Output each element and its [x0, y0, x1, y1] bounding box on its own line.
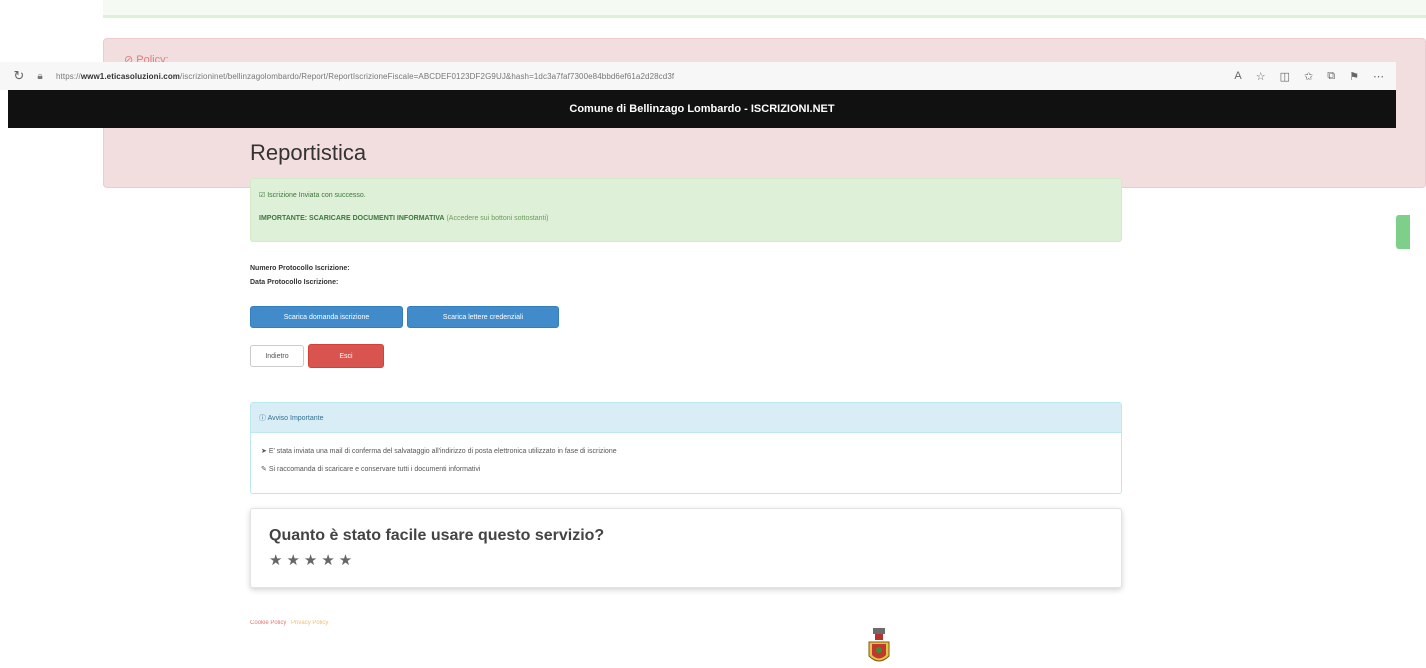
rating-card: Quanto è stato facile usare questo servi… — [250, 508, 1122, 588]
privacy-policy-link[interactable]: Privacy Policy — [291, 620, 328, 626]
protocol-date-label: Data Protocollo Iscrizione: — [250, 279, 339, 286]
download-application-button[interactable]: Scarica domanda iscrizione — [250, 306, 403, 328]
notice-heading: ⓘ Avviso Importante — [251, 403, 1121, 433]
browser-address-bar: ↻ 🔒︎ https://www1.eticasoluzioni.com/isc… — [0, 62, 1396, 90]
favorite-star-icon[interactable]: ☆ — [1256, 70, 1266, 83]
exit-button[interactable]: Esci — [308, 344, 384, 368]
read-aloud-icon[interactable]: A — [1234, 70, 1241, 83]
rating-question: Quanto è stato facile usare questo servi… — [269, 527, 605, 544]
download-buttons: Scarica domanda iscrizione Scarica lette… — [250, 306, 1122, 328]
site-header: Comune di Bellinzago Lombardo - ISCRIZIO… — [8, 90, 1396, 128]
important-message: IMPORTANTE: SCARICARE DOCUMENTI INFORMAT… — [259, 215, 1113, 222]
download-credentials-button[interactable]: Scarica lettere credenziali — [407, 306, 559, 328]
collections-icon[interactable]: ⧉ — [1327, 70, 1335, 83]
extensions-icon[interactable]: ⚑ — [1349, 70, 1359, 83]
info-icon: ⓘ — [259, 415, 268, 422]
site-title: Comune di Bellinzago Lombardo - ISCRIZIO… — [569, 103, 835, 115]
success-alert: ☑ Iscrizione Inviata con successo. IMPOR… — [250, 178, 1122, 242]
notice-line-email: ➤ E' stata inviata una mail di conferma … — [261, 448, 617, 455]
important-label: IMPORTANTE: SCARICARE DOCUMENTI INFORMAT… — [259, 215, 445, 222]
favorites-icon[interactable]: ✩ — [1304, 70, 1313, 83]
split-screen-icon[interactable]: ◫ — [1280, 70, 1290, 83]
notice-line-download: ✎ Si raccomanda di scaricare e conservar… — [261, 466, 481, 473]
main-content: Reportistica ☑ Iscrizione Inviata con su… — [250, 128, 1122, 588]
url-field[interactable]: https://www1.eticasoluzioni.com/iscrizio… — [56, 72, 1136, 81]
background-success-strip — [103, 0, 1426, 18]
footer-links: Cookie Policy Privacy Policy — [250, 620, 328, 626]
send-icon: ➤ — [261, 448, 269, 455]
protocol-number-label: Numero Protocollo Iscrizione: — [250, 265, 350, 272]
notice-body: ➤ E' stata inviata una mail di conferma … — [251, 433, 1121, 489]
back-button[interactable]: Indietro — [250, 345, 304, 367]
more-icon[interactable]: ⋯ — [1373, 70, 1384, 83]
background-green-button — [1396, 215, 1410, 249]
protocol-info: Numero Protocollo Iscrizione: Data Proto… — [250, 262, 1122, 290]
important-note: (Accedere sui bottoni sottostanti) — [446, 215, 549, 222]
url-host: www1.eticasoluzioni.com — [80, 71, 181, 81]
reload-icon[interactable]: ↻ — [8, 68, 30, 84]
navigation-buttons: Indietro Esci — [250, 344, 1122, 368]
municipality-crest-logo — [868, 628, 890, 662]
check-icon: ☑ — [259, 192, 268, 199]
rating-stars[interactable]: ★★★★★ — [269, 551, 1103, 569]
cookie-policy-link[interactable]: Cookie Policy — [250, 620, 286, 626]
page-title: Reportistica — [250, 140, 367, 165]
lock-icon[interactable]: 🔒︎ — [30, 71, 50, 82]
important-notice-panel: ⓘ Avviso Importante ➤ E' stata inviata u… — [250, 402, 1122, 494]
browser-toolbar: A ☆ ◫ ✩ ⧉ ⚑ ⋯ — [1234, 70, 1384, 83]
edit-icon: ✎ — [261, 466, 269, 473]
success-message: ☑ Iscrizione Inviata con successo. — [259, 192, 366, 199]
